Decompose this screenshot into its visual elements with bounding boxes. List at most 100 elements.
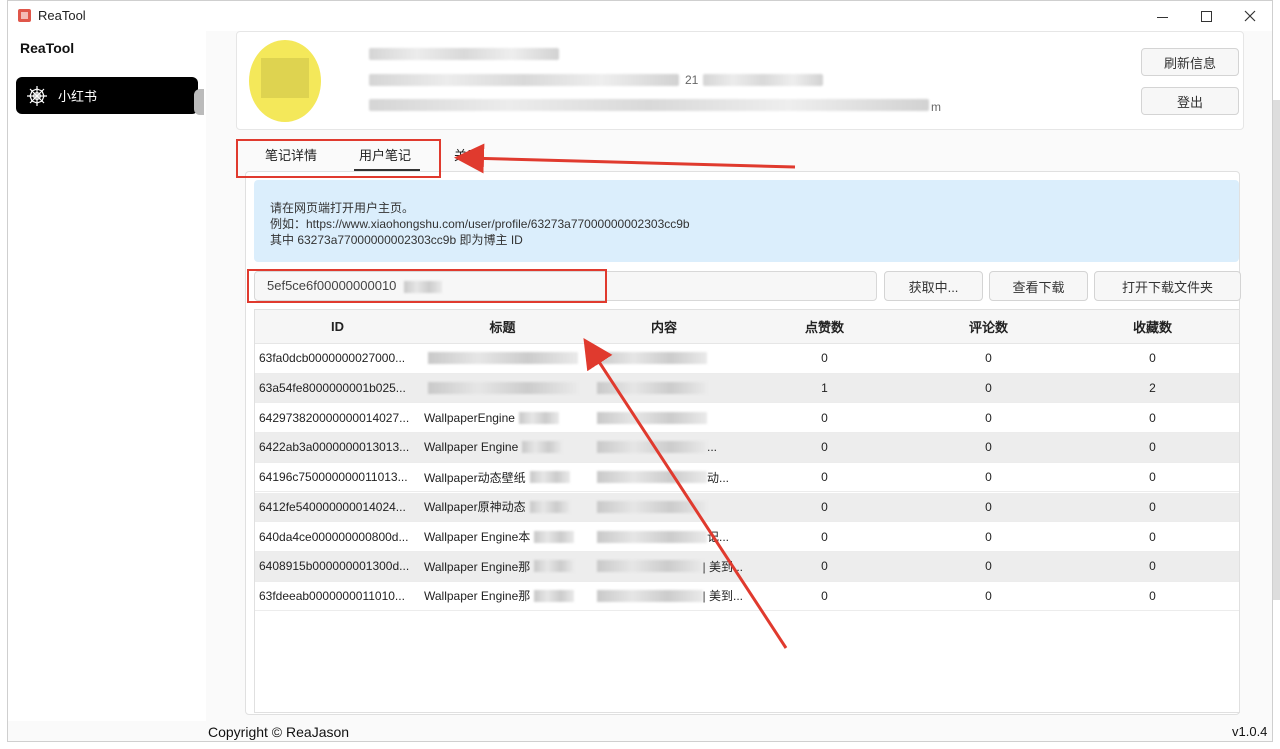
view-download-button[interactable]: 查看下载 <box>989 271 1088 301</box>
cell-likes: 0 <box>821 588 828 603</box>
cell-comments: 0 <box>985 410 992 425</box>
note-content-text: 动... <box>707 470 730 485</box>
cell-id: 63fa0dcb0000000027000... <box>259 351 406 366</box>
close-button[interactable] <box>1227 1 1273 31</box>
blurred-title <box>534 530 575 543</box>
cell-title: WallpaperEngine <box>420 403 585 432</box>
table-header: ID 标题 内容 点赞数 评论数 收藏数 <box>255 310 1239 344</box>
hint-box: 请在网页端打开用户主页。 例如：https://www.xiaohongshu.… <box>254 180 1239 262</box>
cell-title: Wallpaper原神动态 <box>420 493 585 522</box>
tab-about[interactable]: 关于 <box>454 145 480 164</box>
blurred-title <box>529 471 570 484</box>
annotation-box-tabs <box>236 139 441 178</box>
fetch-button[interactable]: 获取中... <box>884 271 983 301</box>
table-row[interactable]: 640da4ce000000000800d... Wallpaper Engine… <box>255 522 1239 552</box>
cell-comments: 0 <box>985 499 992 514</box>
blurred-profile-stats-2 <box>703 74 823 86</box>
cell-comments: 0 <box>985 470 992 485</box>
column-header-title[interactable]: 标题 <box>420 310 585 343</box>
blurred-content <box>597 560 703 573</box>
cell-collects: 0 <box>1149 440 1156 455</box>
minimize-button[interactable] <box>1139 1 1185 31</box>
cell-likes: 0 <box>821 529 828 544</box>
cell-likes: 1 <box>821 381 828 396</box>
cell-comments: 0 <box>985 588 992 603</box>
table-row[interactable]: 642973820000000014027... WallpaperEngine 0… <box>255 403 1239 434</box>
logout-button[interactable]: 登出 <box>1141 87 1239 115</box>
cell-content <box>585 374 743 403</box>
blurred-content <box>597 530 707 543</box>
cell-collects: 0 <box>1149 588 1156 603</box>
sidebar-item-label: 小红书 <box>58 89 98 104</box>
main-area: 21 m 刷新信息 登出 笔记详情 用户笔记 关于 请在网页端打开用户主页。 例… <box>212 31 1267 721</box>
cell-id: 6422ab3a0000000013013... <box>259 440 410 455</box>
column-header-likes[interactable]: 点赞数 <box>743 310 906 343</box>
hint-line-3: 其中 63273a77000000002303cc9b 即为博主 ID <box>270 233 523 247</box>
blurred-title <box>529 500 570 513</box>
column-header-collects[interactable]: 收藏数 <box>1071 310 1234 343</box>
cell-comments: 0 <box>985 559 992 574</box>
avatar <box>249 40 321 122</box>
blurred-title <box>522 441 563 454</box>
note-content-text: 记... <box>707 530 730 545</box>
note-title-text: Wallpaper Engine <box>424 440 519 455</box>
footer-copyright: Copyright © ReaJason <box>208 724 350 740</box>
cell-collects: 0 <box>1149 529 1156 544</box>
cell-collects: 0 <box>1149 499 1156 514</box>
blurred-content <box>597 441 707 454</box>
maximize-button[interactable] <box>1183 1 1229 31</box>
cell-comments: 0 <box>985 529 992 544</box>
title-bar: ReaTool <box>8 1 1272 31</box>
user-notes-panel: 请在网页端打开用户主页。 例如：https://www.xiaohongshu.… <box>245 171 1241 715</box>
blurred-username <box>369 48 559 60</box>
table-row[interactable]: 63a54fe8000000001b025... 1 0 2 <box>255 373 1239 404</box>
column-header-comments[interactable]: 评论数 <box>906 310 1071 343</box>
blurred-content <box>597 411 707 424</box>
cell-id: 6412fe540000000014024... <box>259 499 406 514</box>
table-row[interactable]: 64196c750000000011013... Wallpaper动态壁纸 动..… <box>255 463 1239 493</box>
blurred-content <box>597 471 707 484</box>
maximize-icon <box>1200 10 1212 22</box>
cell-id: 63a54fe8000000001b025... <box>259 381 406 396</box>
note-title-text: Wallpaper原神动态 <box>424 500 526 515</box>
cell-collects: 0 <box>1149 351 1156 366</box>
hint-line-1: 请在网页端打开用户主页。 <box>270 201 415 215</box>
blurred-content <box>597 352 707 365</box>
sidebar-collapse-handle[interactable] <box>194 89 204 115</box>
table-row[interactable]: 6408915b000000001300d... Wallpaper Engine… <box>255 551 1239 582</box>
app-window: ReaTool ReaTool 小红书 21 m 刷新信息 登出 笔记详情 用户… <box>7 0 1273 742</box>
cell-title: Wallpaper动态壁纸 <box>420 463 585 492</box>
cell-content <box>585 403 743 432</box>
annotation-box-input <box>247 269 607 303</box>
cell-content: 记... <box>585 522 743 551</box>
cell-likes: 0 <box>821 351 828 366</box>
note-title-text: Wallpaper动态壁纸 <box>424 470 526 485</box>
blurred-title <box>518 411 559 424</box>
cell-title: Wallpaper Engine那 <box>420 582 585 611</box>
cell-id: 63fdeeab0000000011010... <box>259 588 405 603</box>
cell-likes: 0 <box>821 470 828 485</box>
cell-likes: 0 <box>821 559 828 574</box>
table-row[interactable]: 6422ab3a0000000013013... Wallpaper Engine… <box>255 433 1239 463</box>
note-title-text: Wallpaper Engine那 <box>424 559 531 574</box>
table-row[interactable]: 6412fe540000000014024... Wallpaper原神动态 0 0 0 <box>255 492 1239 523</box>
blurred-title <box>428 352 578 365</box>
note-content-text: | 美到... <box>702 559 743 574</box>
column-header-id[interactable]: ID <box>255 310 420 343</box>
app-icon <box>18 9 31 22</box>
table-row[interactable]: 63fa0dcb0000000027000... 0 0 0 <box>255 344 1239 374</box>
background-edge <box>1272 100 1280 600</box>
refresh-info-button[interactable]: 刷新信息 <box>1141 48 1239 76</box>
table-row[interactable]: 63fdeeab0000000011010... Wallpaper Engine… <box>255 582 1239 612</box>
cell-id: 640da4ce000000000800d... <box>259 529 409 544</box>
cell-id: 642973820000000014027... <box>259 410 410 425</box>
cell-collects: 2 <box>1149 381 1156 396</box>
cell-likes: 0 <box>821 410 828 425</box>
open-download-folder-button[interactable]: 打开下载文件夹 <box>1094 271 1241 301</box>
note-title-text: Wallpaper Engine本 <box>424 530 531 545</box>
cell-content: | 美到... <box>585 582 743 611</box>
sidebar-item-xiaohongshu[interactable]: 小红书 <box>16 77 198 114</box>
sidebar-brand: ReaTool <box>20 40 75 56</box>
cell-comments: 0 <box>985 351 992 366</box>
column-header-content[interactable]: 内容 <box>585 310 743 343</box>
